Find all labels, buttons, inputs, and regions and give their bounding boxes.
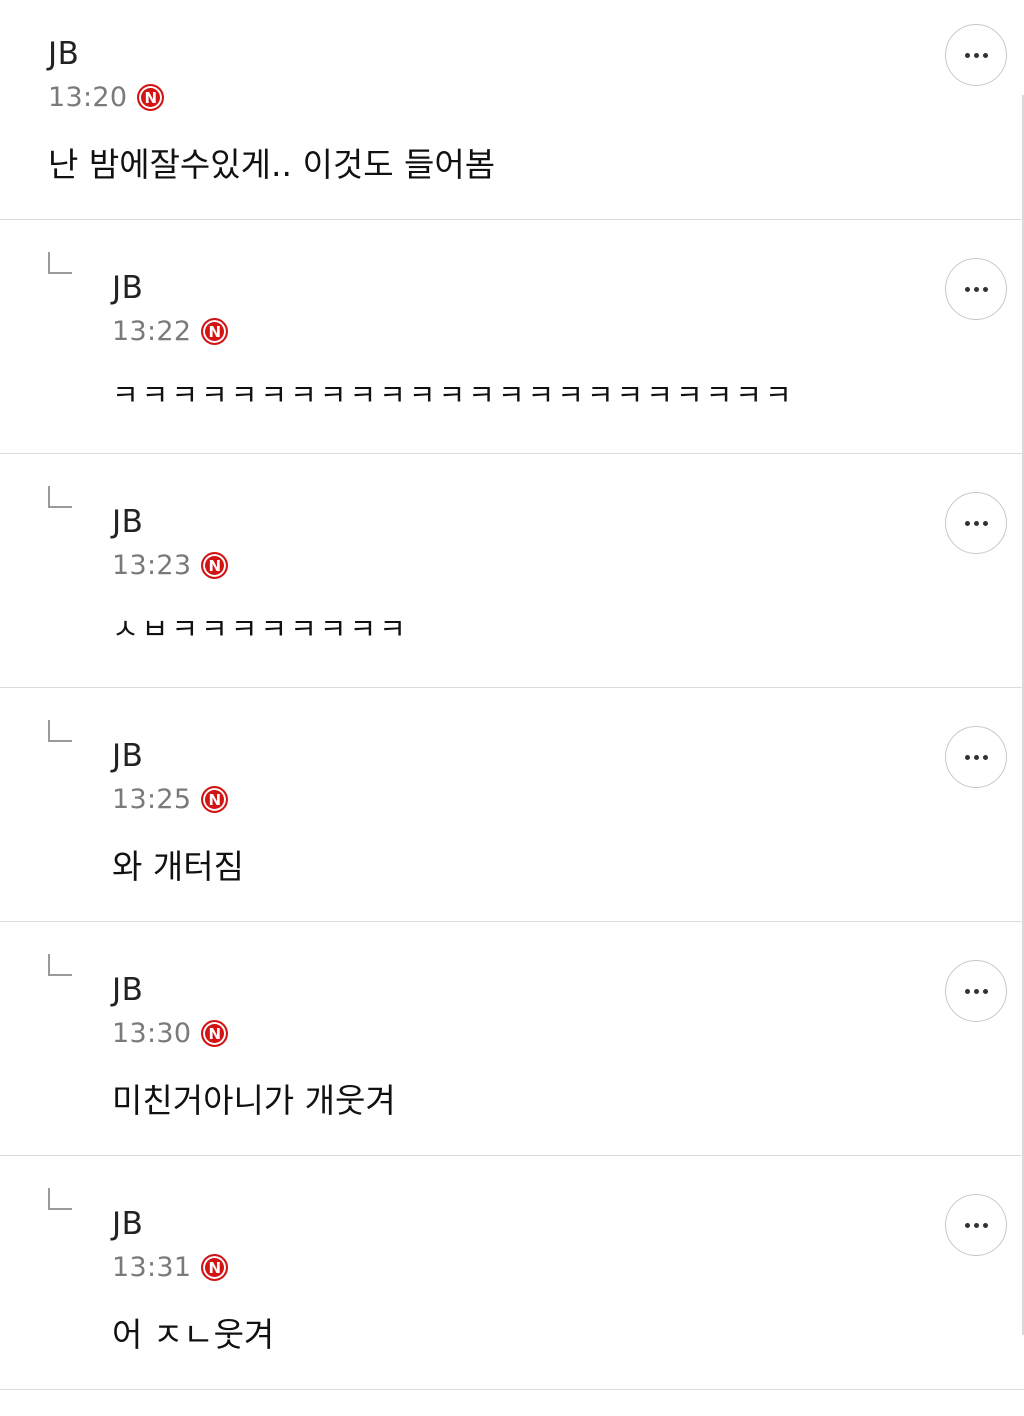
comment-time: 13:25 — [112, 784, 192, 815]
more-options-button[interactable] — [945, 960, 1007, 1022]
comment-text: ㅋㅋㅋㅋㅋㅋㅋㅋㅋㅋㅋㅋㅋㅋㅋㅋㅋㅋㅋㅋㅋㅋㅋ — [112, 378, 795, 412]
more-options-icon — [964, 52, 988, 58]
new-badge-icon: N — [201, 318, 229, 345]
new-badge-icon: N — [201, 1020, 229, 1047]
comment-author[interactable]: JB — [112, 504, 143, 540]
more-options-icon — [964, 1222, 988, 1228]
comment-author[interactable]: JB — [112, 270, 143, 306]
comment-item: JB 13:31 N 어 ㅈㄴ웃겨 — [0, 1156, 1024, 1390]
comment-item: JB 13:23 N ㅅㅂㅋㅋㅋㅋㅋㅋㅋㅋ — [0, 454, 1024, 688]
more-options-icon — [964, 988, 988, 994]
comment-author[interactable]: JB — [112, 738, 143, 774]
comment-text: 어 ㅈㄴ웃겨 — [112, 1315, 275, 1354]
reply-arrow-icon — [48, 954, 72, 976]
more-options-button[interactable] — [945, 726, 1007, 788]
new-badge-icon: N — [201, 552, 229, 579]
new-badge-icon: N — [201, 786, 229, 813]
more-options-button[interactable] — [945, 492, 1007, 554]
comment-meta: 13:25 N — [112, 784, 229, 815]
comment-item: JB 13:25 N 와 개터짐 — [0, 688, 1024, 922]
comment-text: 미친거아니가 개웃겨 — [112, 1081, 396, 1120]
more-options-button[interactable] — [945, 1194, 1007, 1256]
comment-text: ㅅㅂㅋㅋㅋㅋㅋㅋㅋㅋ — [112, 612, 409, 646]
new-badge-icon: N — [201, 1254, 229, 1281]
comment-author[interactable]: JB — [112, 1206, 143, 1242]
comment-item: JB 13:22 N ㅋㅋㅋㅋㅋㅋㅋㅋㅋㅋㅋㅋㅋㅋㅋㅋㅋㅋㅋㅋㅋㅋㅋ — [0, 220, 1024, 454]
new-badge-icon: N — [137, 84, 165, 111]
comment-time: 13:30 — [112, 1018, 192, 1049]
comment-time: 13:20 — [48, 82, 128, 113]
reply-arrow-icon — [48, 720, 72, 742]
comment-author[interactable]: JB — [112, 972, 143, 1008]
more-options-icon — [964, 286, 988, 292]
comment-meta: 13:22 N — [112, 316, 229, 347]
comment-meta: 13:30 N — [112, 1018, 229, 1049]
reply-arrow-icon — [48, 1188, 72, 1210]
comment-meta: 13:20 N — [48, 82, 165, 113]
more-options-icon — [964, 520, 988, 526]
comment-item: JB 13:20 N 난 밤에잘수있게.. 이것도 들어봄 — [0, 0, 1024, 220]
comment-time: 13:31 — [112, 1252, 192, 1283]
comment-time: 13:23 — [112, 550, 192, 581]
comment-text: 와 개터짐 — [112, 847, 244, 886]
more-options-icon — [964, 754, 988, 760]
comment-text: 난 밤에잘수있게.. 이것도 들어봄 — [48, 145, 496, 184]
comment-meta: 13:23 N — [112, 550, 229, 581]
reply-arrow-icon — [48, 486, 72, 508]
comment-meta: 13:31 N — [112, 1252, 229, 1283]
more-options-button[interactable] — [945, 24, 1007, 86]
more-options-button[interactable] — [945, 258, 1007, 320]
comment-item: JB 13:30 N 미친거아니가 개웃겨 — [0, 922, 1024, 1156]
reply-arrow-icon — [48, 252, 72, 274]
comment-author[interactable]: JB — [48, 36, 79, 72]
comment-time: 13:22 — [112, 316, 192, 347]
